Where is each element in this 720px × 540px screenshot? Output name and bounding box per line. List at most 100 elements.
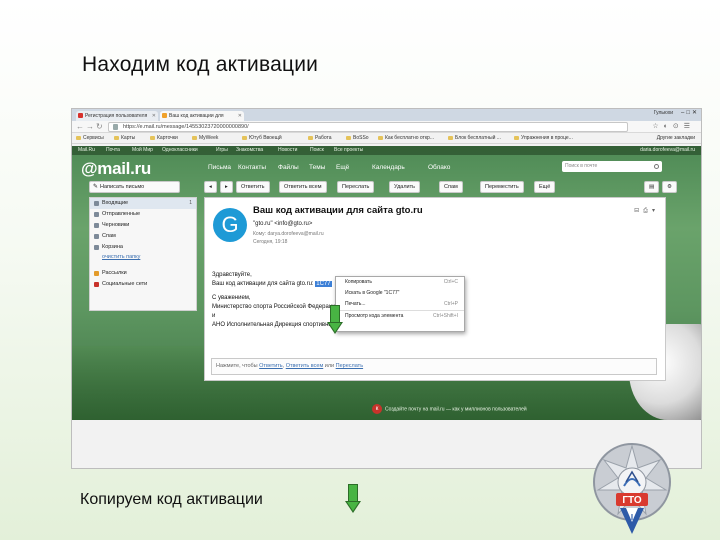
search-icon[interactable]	[654, 164, 659, 169]
avatar: G	[213, 208, 247, 242]
letter-org-line: АНО Исполнительная Дирекция спортивных	[212, 322, 336, 328]
window-controls[interactable]: –□✕	[681, 109, 699, 116]
reply-link[interactable]: Ответить	[259, 363, 283, 369]
sidebar-item-newsletters[interactable]: Рассылки	[90, 268, 196, 279]
k-logo-icon: к	[372, 404, 382, 414]
social-icon	[94, 282, 99, 287]
move-button[interactable]: Переместить	[480, 181, 524, 193]
other-bookmarks[interactable]: Другие закладки	[657, 135, 695, 141]
letter-sender[interactable]: "gto.ru" <info@gto.ru>	[253, 221, 312, 227]
down-arrow-icon	[345, 484, 361, 514]
bookmark-item[interactable]: Карты	[114, 135, 135, 141]
nav-cloud[interactable]: Облако	[428, 164, 450, 171]
extension-icons[interactable]: ☆◐⊙☰	[652, 122, 695, 130]
letter-actions-icons[interactable]: ⊟⎙▾	[634, 207, 659, 215]
reply-all-button[interactable]: Ответить всем	[279, 181, 327, 193]
menu-item-search-google[interactable]: Искать в Google "1С77"	[336, 288, 464, 299]
sidebar-item-sent[interactable]: Отправленные	[90, 209, 196, 220]
letter-body: Здравствуйте, Ваш код активации для сайт…	[212, 271, 339, 330]
nav-letters[interactable]: Письма	[208, 164, 231, 171]
trash-icon	[94, 245, 99, 250]
tab-registration[interactable]: Регистрация пользователя ✕	[76, 111, 158, 121]
bookmark-item[interactable]: BoSSo	[346, 135, 369, 141]
close-icon[interactable]: ✕	[152, 111, 156, 121]
letter-org-line: и	[212, 313, 216, 319]
forward-button[interactable]: Переслать	[337, 181, 375, 193]
sidebar-item-trash[interactable]: Корзина	[90, 242, 196, 253]
compose-button[interactable]: Написать письмо	[89, 181, 180, 193]
profile-chip[interactable]: Гульюхи	[654, 110, 673, 116]
bookmark-item[interactable]: Упражнения в проце...	[514, 135, 573, 141]
portal-link[interactable]: Поиск	[310, 147, 324, 153]
view-icon[interactable]: ▤	[644, 181, 660, 193]
reload-icon[interactable]: ↻	[96, 122, 103, 132]
nav-more[interactable]: Ещё	[336, 164, 349, 171]
address-bar-row: ← → ↻ https://e.mail.ru/message/14553023…	[72, 121, 701, 133]
mail-page: Mail.Ru Почта Мой Мир Одноклассники Игры…	[72, 146, 701, 420]
search-input[interactable]: Поиск в почте	[562, 161, 662, 172]
portal-link[interactable]: Mail.Ru	[78, 147, 95, 153]
portal-bar: Mail.Ru Почта Мой Мир Одноклассники Игры…	[72, 146, 701, 155]
forward-link[interactable]: Переслать	[336, 363, 363, 369]
folder-icon	[150, 136, 155, 140]
bookmark-item[interactable]: MyWeek	[192, 135, 218, 141]
delete-button[interactable]: Удалить	[389, 181, 420, 193]
menu-item-copy[interactable]: Копировать Ctrl+C	[336, 277, 464, 288]
next-button[interactable]: ▸	[220, 181, 233, 193]
nav-files[interactable]: Файлы	[278, 164, 299, 171]
portal-link[interactable]: Одноклассники	[162, 147, 198, 153]
tab-favicon-icon	[162, 113, 167, 118]
lock-icon	[113, 124, 118, 130]
bookmark-item[interactable]: Как бесплатно откр...	[378, 135, 434, 141]
back-icon[interactable]: ←	[76, 122, 84, 132]
nav-contacts[interactable]: Контакты	[238, 164, 266, 171]
portal-link[interactable]: Мой Мир	[132, 147, 153, 153]
tab-activation-code[interactable]: Ваш код активации для ✕	[160, 111, 244, 121]
sidebar-item-drafts[interactable]: Черновики	[90, 220, 196, 231]
bookmark-item[interactable]: Работа	[308, 135, 332, 141]
sidebar-item-inbox[interactable]: Входящие 1	[90, 198, 196, 209]
portal-link[interactable]: Новости	[278, 147, 297, 153]
quick-reply-box[interactable]: Нажмите, чтобы Ответить, Ответить всем и…	[211, 358, 657, 375]
bookmark-item[interactable]: Ютуб Ввоещй	[242, 135, 282, 141]
mail-toolbar: Написать письмо ◂ ▸ Ответить Ответить вс…	[72, 180, 701, 195]
gto-emblem-icon: ГТО I	[593, 443, 671, 534]
folder-icon	[308, 136, 313, 140]
account-email[interactable]: daria.dorofeeva@mail.ru	[640, 147, 695, 153]
sidebar-item-spam[interactable]: Спам	[90, 231, 196, 242]
portal-link[interactable]: Все проекты	[334, 147, 363, 153]
more-button[interactable]: Ещё	[534, 181, 556, 193]
mail-logo[interactable]: @mail.ru	[81, 159, 151, 179]
letter-subject: Ваш код активации для сайта gto.ru	[253, 205, 423, 216]
bookmark-item[interactable]: Сервисы	[76, 135, 104, 141]
tab-label: Ваш код активации для	[169, 113, 224, 119]
url-field[interactable]: https://e.mail.ru/message/14553023720000…	[108, 122, 628, 132]
activation-code[interactable]: 1С77	[315, 281, 332, 287]
portal-link[interactable]: Знакомства	[236, 147, 263, 153]
tab-label: Регистрация пользователя	[85, 113, 148, 119]
nav-themes[interactable]: Темы	[309, 164, 325, 171]
spam-button[interactable]: Спам	[439, 181, 463, 193]
clean-folder-link[interactable]: очистить папку	[90, 253, 196, 262]
inbox-icon	[94, 201, 99, 206]
menu-item-inspect[interactable]: Просмотр кода элемента Ctrl+Shift+I	[336, 310, 464, 321]
nav-calendar[interactable]: Календарь	[372, 164, 405, 171]
close-icon[interactable]: ✕	[238, 111, 242, 121]
reply-all-link[interactable]: Ответить всем	[286, 363, 324, 369]
portal-link[interactable]: Почта	[106, 147, 120, 153]
letter-greeting: Здравствуйте,	[212, 272, 252, 278]
reply-button[interactable]: Ответить	[236, 181, 270, 193]
forward-icon[interactable]: →	[86, 122, 94, 132]
spam-icon	[94, 234, 99, 239]
folder-icon	[448, 136, 453, 140]
portal-link[interactable]: Игры	[216, 147, 228, 153]
sidebar-item-social[interactable]: Социальные сети	[90, 279, 196, 290]
letter-date: Сегодня, 19:18	[253, 239, 288, 245]
bookmark-item[interactable]: Блок бесплатный ...	[448, 135, 501, 141]
sent-icon	[94, 212, 99, 217]
menu-item-print[interactable]: Печать... Ctrl+P	[336, 299, 464, 310]
settings-icon[interactable]: ⚙	[662, 181, 677, 193]
svg-text:I: I	[631, 513, 633, 522]
bookmark-item[interactable]: Карточки	[150, 135, 178, 141]
back-button[interactable]: ◂	[204, 181, 217, 193]
